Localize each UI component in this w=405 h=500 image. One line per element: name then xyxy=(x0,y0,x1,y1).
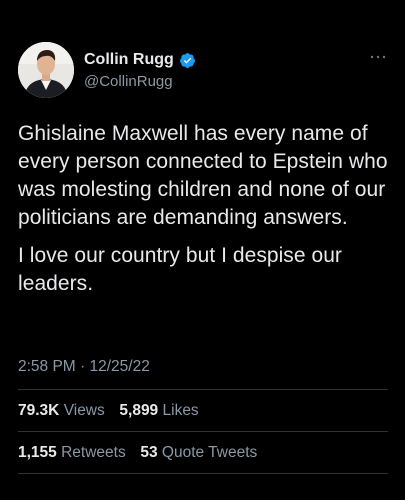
retweets-quotes-row: 1,155 Retweets 53 Quote Tweets xyxy=(18,444,257,462)
divider xyxy=(18,431,388,432)
likes-count: 5,899 xyxy=(119,402,159,419)
tweet-timestamp[interactable]: 2:58 PM · 12/25/22 xyxy=(18,358,150,376)
likes-stat[interactable]: 5,899 Likes xyxy=(119,402,198,419)
author-handle[interactable]: @CollinRugg xyxy=(84,73,196,90)
tweet-text: Ghislaine Maxwell has every name of ever… xyxy=(18,120,390,308)
likes-label: Likes xyxy=(162,402,199,419)
quotes-count: 53 xyxy=(140,444,158,461)
divider xyxy=(18,473,388,474)
author-info: Collin Rugg @CollinRugg xyxy=(84,50,196,90)
tweet-card: Collin Rugg @CollinRugg Ghislaine Maxwel… xyxy=(0,0,405,500)
tweet-paragraph: Ghislaine Maxwell has every name of ever… xyxy=(18,122,388,229)
avatar[interactable] xyxy=(18,42,74,98)
more-options-icon[interactable] xyxy=(368,50,388,64)
avatar-image xyxy=(18,42,74,98)
quote-tweets-stat[interactable]: 53 Quote Tweets xyxy=(140,444,257,461)
views-likes-row: 79.3K Views 5,899 Likes xyxy=(18,402,199,420)
views-stat[interactable]: 79.3K Views xyxy=(18,402,109,419)
quotes-label: Quote Tweets xyxy=(161,444,258,461)
name-row: Collin Rugg xyxy=(84,50,196,70)
views-label: Views xyxy=(63,402,105,419)
divider xyxy=(18,389,388,390)
retweets-count: 1,155 xyxy=(18,444,57,461)
retweets-label: Retweets xyxy=(61,444,126,461)
tweet-header: Collin Rugg @CollinRugg xyxy=(18,42,390,102)
views-count: 79.3K xyxy=(18,402,60,419)
tweet-paragraph: I love our country but I despise our lea… xyxy=(18,244,342,295)
verified-badge-icon xyxy=(179,52,196,69)
retweets-stat[interactable]: 1,155 Retweets xyxy=(18,444,130,461)
display-name[interactable]: Collin Rugg xyxy=(84,51,174,69)
